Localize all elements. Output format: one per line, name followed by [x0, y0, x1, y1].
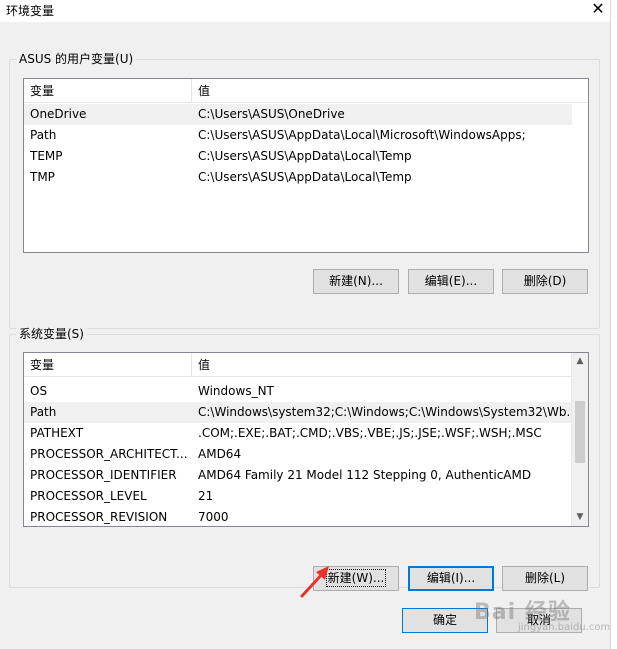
variable-value-cell: C:\Users\ASUS\AppData\Local\Temp	[198, 149, 412, 163]
user-vars-list[interactable]: 变量 值 OneDrive C:\Users\ASUS\OneDrive Path C…	[23, 78, 589, 253]
variable-value-cell: C:\Users\ASUS\OneDrive	[198, 107, 345, 121]
column-header-value[interactable]: 值	[192, 79, 572, 103]
title-bar: 环境变量 ✕	[0, 0, 617, 22]
table-row[interactable]: OneDrive C:\Users\ASUS\OneDrive	[24, 104, 572, 125]
scroll-thumb[interactable]	[575, 401, 585, 463]
variable-value-cell: 21	[198, 489, 214, 503]
user-vars-group-label: ASUS 的用户变量(U)	[16, 52, 137, 66]
table-row[interactable]: PROCESSOR_ARCHITECT... AMD64	[24, 444, 571, 465]
variable-name-cell: OneDrive	[30, 107, 87, 121]
variable-name-cell: Path	[30, 128, 57, 142]
system-delete-button-label: 删除(L)	[524, 571, 566, 585]
system-edit-button[interactable]: 编辑(I)...	[408, 566, 494, 591]
system-edit-button-label: 编辑(I)...	[426, 571, 476, 585]
variable-name-cell: PROCESSOR_ARCHITECT...	[30, 447, 188, 461]
window-title: 环境变量	[6, 4, 55, 18]
user-vars-group: ASUS 的用户变量(U) 变量 值 OneDrive C:\Users\ASUS…	[9, 52, 600, 329]
system-vars-scrollbar[interactable]: ▲ ▼	[571, 353, 588, 526]
user-delete-button[interactable]: 删除(D)	[502, 269, 588, 294]
variable-value-cell: 7000	[198, 510, 229, 524]
system-vars-header: 变量 值	[24, 353, 571, 377]
dialog-body: ASUS 的用户变量(U) 变量 值 OneDrive C:\Users\ASUS…	[0, 22, 610, 649]
variable-name-cell: PROCESSOR_IDENTIFIER	[30, 468, 177, 482]
table-row[interactable]: Path C:\Windows\system32;C:\Windows;C:\Wi…	[24, 402, 571, 423]
table-row[interactable]: PATHEXT .COM;.EXE;.BAT;.CMD;.VBS;.VBE;.JS…	[24, 423, 571, 444]
table-row[interactable]: PROCESSOR_REVISION 7000	[24, 507, 571, 526]
user-new-button-label: 新建(N)...	[329, 274, 383, 288]
variable-value-cell: AMD64 Family 21 Model 112 Stepping 0, Au…	[198, 468, 532, 482]
watermark-sub: jingyan.baidu.com	[518, 622, 611, 633]
variable-name-cell: TMP	[30, 170, 55, 184]
table-row[interactable]: TEMP C:\Users\ASUS\AppData\Local\Temp	[24, 146, 572, 167]
table-row[interactable]: PROCESSOR_IDENTIFIER AMD64 Family 21 Mode…	[24, 465, 571, 486]
variable-name-cell: PROCESSOR_REVISION	[30, 510, 168, 524]
system-vars-group-label: 系统变量(S)	[16, 327, 87, 341]
chevron-down-icon[interactable]: ▼	[572, 509, 588, 526]
variable-value-cell: C:\Windows\system32;C:\Windows;C:\Window…	[198, 405, 571, 419]
system-delete-button[interactable]: 删除(L)	[502, 566, 588, 591]
system-vars-list[interactable]: 变量 值 OS Windows_NT Path C:\Windows\system32…	[23, 352, 589, 527]
column-header-value[interactable]: 值	[192, 353, 572, 377]
window-edge	[610, 0, 617, 649]
user-edit-button[interactable]: 编辑(E)...	[408, 269, 494, 294]
user-edit-button-label: 编辑(E)...	[424, 274, 478, 288]
watermark: Bai 经验 jingyan.baidu.com	[474, 594, 614, 644]
system-new-button-label: 新建(W)...	[325, 569, 387, 587]
system-vars-group: 系统变量(S) 变量 值 OS Windows_NT Path C:\Windows\…	[9, 327, 600, 591]
variable-value-cell: C:\Users\ASUS\AppData\Local\Microsoft\Wi…	[198, 128, 526, 142]
user-new-button[interactable]: 新建(N)...	[313, 269, 399, 294]
column-header-variable[interactable]: 变量	[24, 79, 192, 103]
user-vars-header: 变量 值	[24, 79, 588, 103]
chevron-up-icon[interactable]: ▲	[572, 353, 588, 370]
variable-name-cell: Path	[30, 405, 57, 419]
column-header-variable[interactable]: 变量	[24, 353, 192, 377]
variable-value-cell: C:\Users\ASUS\AppData\Local\Temp	[198, 170, 412, 184]
variable-name-cell: TEMP	[30, 149, 63, 163]
table-row[interactable]: PROCESSOR_LEVEL 21	[24, 486, 571, 507]
variable-value-cell: .COM;.EXE;.BAT;.CMD;.VBS;.VBE;.JS;.JSE;.…	[198, 426, 542, 440]
red-arrow-icon	[300, 566, 329, 598]
table-row[interactable]: TMP C:\Users\ASUS\AppData\Local\Temp	[24, 167, 572, 188]
variable-name-cell: PROCESSOR_LEVEL	[30, 489, 147, 503]
variable-value-cell: AMD64	[198, 447, 242, 461]
table-row[interactable]: Path C:\Users\ASUS\AppData\Local\Microsof…	[24, 125, 572, 146]
variable-name-cell: OS	[30, 384, 48, 398]
table-row[interactable]: OS Windows_NT	[24, 381, 571, 402]
variable-name-cell: PATHEXT	[30, 426, 84, 440]
user-delete-button-label: 删除(D)	[523, 274, 567, 288]
variable-value-cell: Windows_NT	[198, 384, 274, 398]
ok-button-label: 确定	[432, 613, 457, 627]
